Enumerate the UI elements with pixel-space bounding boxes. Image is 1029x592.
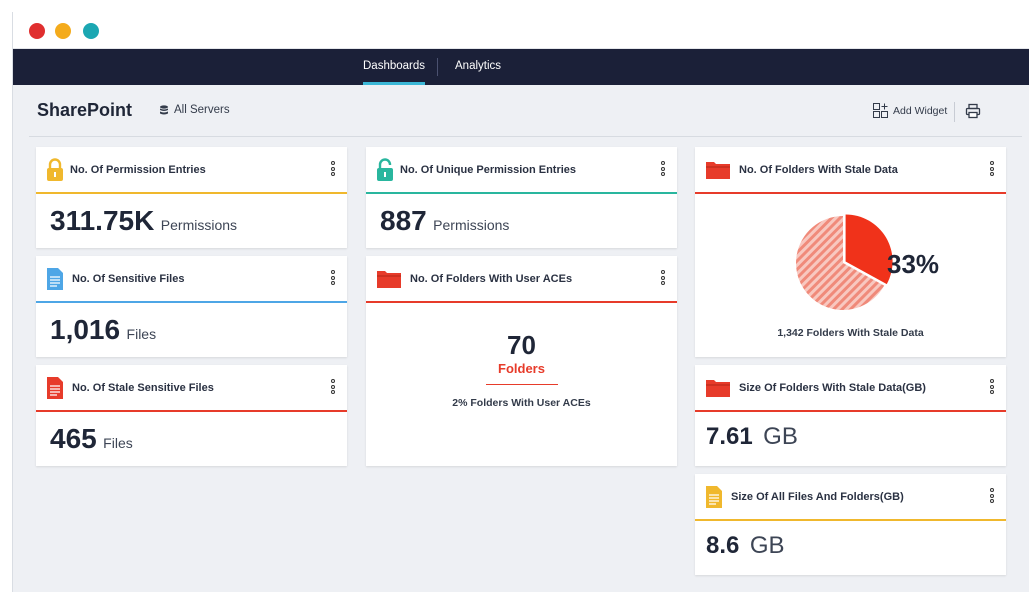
metric-caption: 1,342 Folders With Stale Data — [777, 327, 924, 339]
app-window: Dashboards Analytics SharePoint All Serv… — [12, 12, 1029, 592]
metric-value: 8.6 — [706, 532, 740, 559]
server-filter-label: All Servers — [174, 104, 230, 116]
metric-value: 465 — [50, 423, 97, 454]
card-stale-sensitive-files: No. Of Stale Sensitive Files 465 Files — [36, 365, 347, 466]
card-menu-button[interactable] — [658, 161, 668, 179]
card-size-all-files: Size Of All Files And Folders(GB) 8.6 GB — [695, 474, 1006, 575]
folder-icon — [706, 380, 730, 397]
metric-unit: Permissions — [433, 217, 510, 233]
document-icon — [47, 377, 63, 399]
add-widget-button[interactable]: Add Widget — [873, 103, 947, 118]
card-title: Size Of All Files And Folders(GB) — [731, 491, 904, 503]
card-title: No. Of Folders With Stale Data — [739, 164, 898, 176]
metric-value: 311.75K — [50, 205, 155, 236]
card-menu-button[interactable] — [987, 379, 997, 397]
card-title: No. Of Permission Entries — [70, 164, 206, 176]
folder-icon — [706, 162, 730, 179]
card-folders-user-aces: No. Of Folders With User ACEs 70 Folders… — [366, 256, 677, 466]
header-divider — [954, 102, 955, 122]
metric: 465 Files — [50, 423, 133, 455]
nav-divider — [437, 58, 438, 76]
card-menu-button[interactable] — [328, 270, 338, 288]
metric-unit: GB — [749, 532, 785, 559]
card-folders-stale-data: No. Of Folders With Stale Data 33% 1,342… — [695, 147, 1006, 357]
card-header: No. Of Sensitive Files — [36, 256, 347, 303]
card-menu-button[interactable] — [987, 488, 997, 506]
card-menu-button[interactable] — [328, 379, 338, 397]
card-header: No. Of Permission Entries — [36, 147, 347, 194]
folder-icon — [377, 271, 401, 288]
card-sensitive-files: No. Of Sensitive Files 1,016 Files — [36, 256, 347, 357]
metric-unit: Folders — [498, 361, 545, 376]
print-button[interactable] — [965, 103, 981, 124]
close-window-button[interactable] — [29, 23, 45, 39]
unlock-icon — [377, 158, 393, 181]
card-header: No. Of Unique Permission Entries — [366, 147, 677, 194]
server-filter[interactable]: All Servers — [159, 104, 230, 116]
card-permission-entries: No. Of Permission Entries 311.75K Permis… — [36, 147, 347, 248]
tab-analytics[interactable]: Analytics — [455, 49, 501, 85]
document-icon — [47, 268, 63, 290]
card-menu-button[interactable] — [328, 161, 338, 179]
page-header: SharePoint All Servers Add Widget — [13, 85, 1029, 137]
metric: 1,016 Files — [50, 314, 156, 346]
card-title: No. Of Sensitive Files — [72, 273, 185, 285]
stale-percent: 33% — [887, 249, 940, 279]
card-header: Size Of All Files And Folders(GB) — [695, 474, 1006, 521]
metric-value: 7.61 — [706, 423, 753, 450]
metric: 887 Permissions — [380, 205, 509, 237]
metric-unit: Files — [126, 326, 157, 342]
card-menu-button[interactable] — [987, 161, 997, 179]
maximize-window-button[interactable] — [83, 23, 99, 39]
card-header: No. Of Folders With Stale Data — [695, 147, 1006, 194]
document-icon — [706, 486, 722, 508]
lock-icon — [47, 158, 63, 181]
metric-value: 70 — [507, 330, 536, 360]
metric: 8.6 GB — [706, 532, 785, 560]
metric-unit: Permissions — [160, 217, 238, 233]
card-title: No. Of Folders With User ACEs — [410, 273, 573, 285]
metric-unit: GB — [763, 423, 798, 450]
metric-caption: 2% Folders With User ACEs — [452, 397, 591, 409]
top-navigation: Dashboards Analytics — [13, 49, 1029, 85]
minimize-window-button[interactable] — [55, 23, 71, 39]
metric-value: 1,016 — [50, 314, 121, 345]
database-icon — [160, 104, 168, 114]
stale-data-pie-chart — [796, 214, 893, 310]
tab-dashboards[interactable]: Dashboards — [363, 49, 426, 85]
card-size-stale-folders: Size Of Folders With Stale Data(GB) 7.61… — [695, 365, 1006, 466]
printer-icon — [965, 103, 981, 119]
card-title: No. Of Unique Permission Entries — [400, 164, 577, 176]
page-title: SharePoint — [37, 100, 133, 120]
metric-value: 887 — [380, 205, 427, 236]
metric-underline — [486, 384, 558, 385]
card-unique-permission-entries: No. Of Unique Permission Entries 887 Per… — [366, 147, 677, 248]
card-menu-button[interactable] — [658, 270, 668, 288]
metric: 7.61 GB — [706, 423, 798, 451]
header-separator — [29, 136, 1022, 137]
card-title: No. Of Stale Sensitive Files — [72, 382, 214, 394]
metric: 311.75K Permissions — [50, 205, 237, 237]
card-title: Size Of Folders With Stale Data(GB) — [739, 382, 926, 394]
card-header: Size Of Folders With Stale Data(GB) — [695, 365, 1006, 412]
metric-unit: Files — [103, 435, 133, 451]
card-header: No. Of Stale Sensitive Files — [36, 365, 347, 412]
add-widget-label: Add Widget — [893, 104, 948, 117]
card-header: No. Of Folders With User ACEs — [366, 256, 677, 303]
title-bar — [13, 12, 1029, 49]
add-widget-icon — [873, 103, 888, 118]
